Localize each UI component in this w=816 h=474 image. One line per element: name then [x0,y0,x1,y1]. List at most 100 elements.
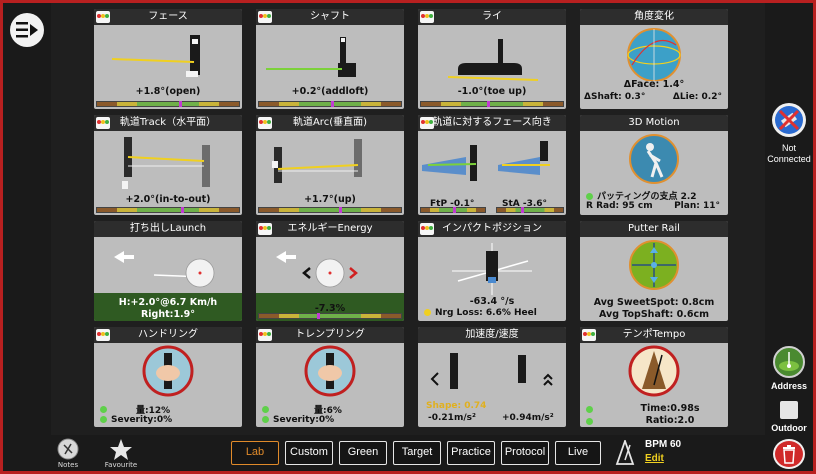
panel-title: 軌道に対するフェース向き [418,115,566,131]
panel-shaft[interactable]: シャフト +0.2°(addloft) [256,9,404,109]
mode-practice-button[interactable]: Practice [447,441,495,465]
launch-graphic [114,251,215,288]
bottom-toolbar: Notes Favourite Lab Custom Green Target … [3,435,765,471]
panel-face[interactable]: フェース +1.8°(open) [94,9,242,109]
rating-icon [96,117,110,129]
sweetspot-value: Avg SweetSpot: 0.8cm [593,297,715,308]
mode-custom-button[interactable]: Custom [285,441,333,465]
menu-button[interactable] [10,13,44,47]
delta-face: ΔFace: 1.4° [623,79,685,90]
arc-value: +1.7°(up) [304,194,356,205]
shape-value: Shape: 0.74 [426,401,487,411]
panel-arc[interactable]: 軌道Arc(垂直面) +1.7°(up) [256,115,404,215]
panel-title: 打ち出しLaunch [94,221,242,237]
panel-acceleration[interactable]: 加速度/速度 Shape: 0.74 -0.21m/s² +0.94m/s² [418,327,566,427]
ftp-scale [420,207,486,213]
panel-tempo[interactable]: テンポTempo Time:0.98s Ratio:2.0 [580,327,728,427]
panel-track[interactable]: 軌道Track（水平面） +2.0°(in-to-out) [94,115,242,215]
panel-3d-motion[interactable]: 3D Motion パッティングの支点 2.2 R Rad: 95 cm Pla… [580,115,728,215]
panel-title: 加速度/速度 [418,327,566,343]
connection-button[interactable] [772,103,806,137]
sensor-disconnected-icon [775,106,803,134]
panel-putter-rail[interactable]: Putter Rail Avg SweetSpot: 0.8cm Avg Top… [580,221,728,321]
mode-target-button[interactable]: Target [393,441,441,465]
address-label: Address [770,381,807,391]
status-dot [100,406,107,413]
status-dot [586,193,593,200]
mode-green-button[interactable]: Green [339,441,387,465]
status-dot [586,418,593,425]
notes-icon [57,438,79,460]
panel-title: 軌道Arc(垂直面) [256,115,404,131]
panel-title: テンポTempo [580,327,728,343]
bpm-value: BPM 60 [645,439,682,450]
connection-status: Not Connected [767,143,811,164]
launch-h-value: H:+2.0°@6.7 Km/h [118,297,218,308]
outdoor-checkbox[interactable] [780,401,798,419]
plan-value: Plan: 11° [674,201,720,211]
status-dot [262,416,269,423]
favourite-button[interactable]: Favourite [101,437,141,469]
track-scale [96,207,240,213]
face-scale [96,101,240,107]
track-value: +2.0°(in-to-out) [125,194,211,205]
panel-handling[interactable]: ハンドリング 量:12% Severity:0% [94,327,242,427]
delete-button[interactable] [773,439,805,469]
hands-graphic [304,345,356,397]
rotation-value: -63.4 °/s [469,296,515,307]
mode-lab-button[interactable]: Lab [231,441,279,465]
notes-label: Notes [57,461,79,469]
arc-graphic [272,139,362,183]
r-rad-value: R Rad: 95 cm [586,201,653,211]
panel-angle-change[interactable]: 角度変化 ΔFace: 1.4° ΔShaft: 0.3° ΔLie: 0.2° [580,9,728,109]
panel-trembling[interactable]: トレンプリング 量:6% Severity:0% [256,327,404,427]
shaft-scale [258,101,402,107]
bpm-edit-link[interactable]: Edit [645,453,664,464]
rating-icon [258,11,272,23]
panel-title: エネルギーEnergy [256,221,404,237]
metrics-grid: フェース +1.8°(open) シャフト +0.2°(addloft) ライ [51,3,765,435]
rating-icon [96,329,110,341]
status-dot [100,416,107,423]
lie-scale [420,101,564,107]
rating-icon [96,11,110,23]
panel-face-to-path[interactable]: 軌道に対するフェース向き FtP -0.1° StA -3.6° [418,115,566,215]
address-icon [779,352,799,371]
menu-icon [16,22,38,38]
notes-button[interactable]: Notes [53,437,83,469]
star-icon [110,439,132,460]
panel-energy[interactable]: エネルギーEnergy -7.3% [256,221,404,321]
panel-title: 角度変化 [580,9,728,25]
panel-title: シャフト [256,9,404,25]
panel-title: 軌道Track（水平面） [94,115,242,131]
face-value: +1.8°(open) [135,86,201,97]
delta-shaft: ΔShaft: 0.3° [584,92,646,102]
angle-globe-graphic [627,28,681,81]
sta-scale [496,207,564,213]
left-sidebar [3,3,51,435]
favourite-label: Favourite [104,461,138,469]
panel-title: 3D Motion [580,115,728,131]
rating-icon [420,117,434,129]
launch-right-value: Right:1.9° [140,309,196,320]
right-sidebar: Not Connected Address Outdoor [765,3,813,471]
shaft-graphic [266,37,356,77]
panel-lie[interactable]: ライ -1.0°(toe up) [418,9,566,109]
metronome-icon [615,440,635,465]
energy-loss-value: Nrg Loss: 6.6% Heel [435,308,537,318]
mode-live-button[interactable]: Live [555,441,601,465]
panel-impact-position[interactable]: インパクトポジション -63.4 °/s Nrg Loss: 6.6% Heel [418,221,566,321]
rating-icon [420,11,434,23]
rating-icon [258,329,272,341]
rail-graphic [629,240,679,290]
panel-launch[interactable]: 打ち出しLaunch H:+2.0°@6.7 Km/h Right:1.9° [94,221,242,321]
face-graphic [111,35,200,77]
impact-graphic [452,243,532,295]
status-dot [262,406,269,413]
delta-lie: ΔLie: 0.2° [672,92,722,102]
deceleration-value: -0.21m/s² [428,413,476,423]
address-button[interactable] [773,346,805,378]
track-graphic [122,137,210,189]
trembling-severity: Severity:0% [273,415,335,425]
mode-protocol-button[interactable]: Protocol [501,441,549,465]
